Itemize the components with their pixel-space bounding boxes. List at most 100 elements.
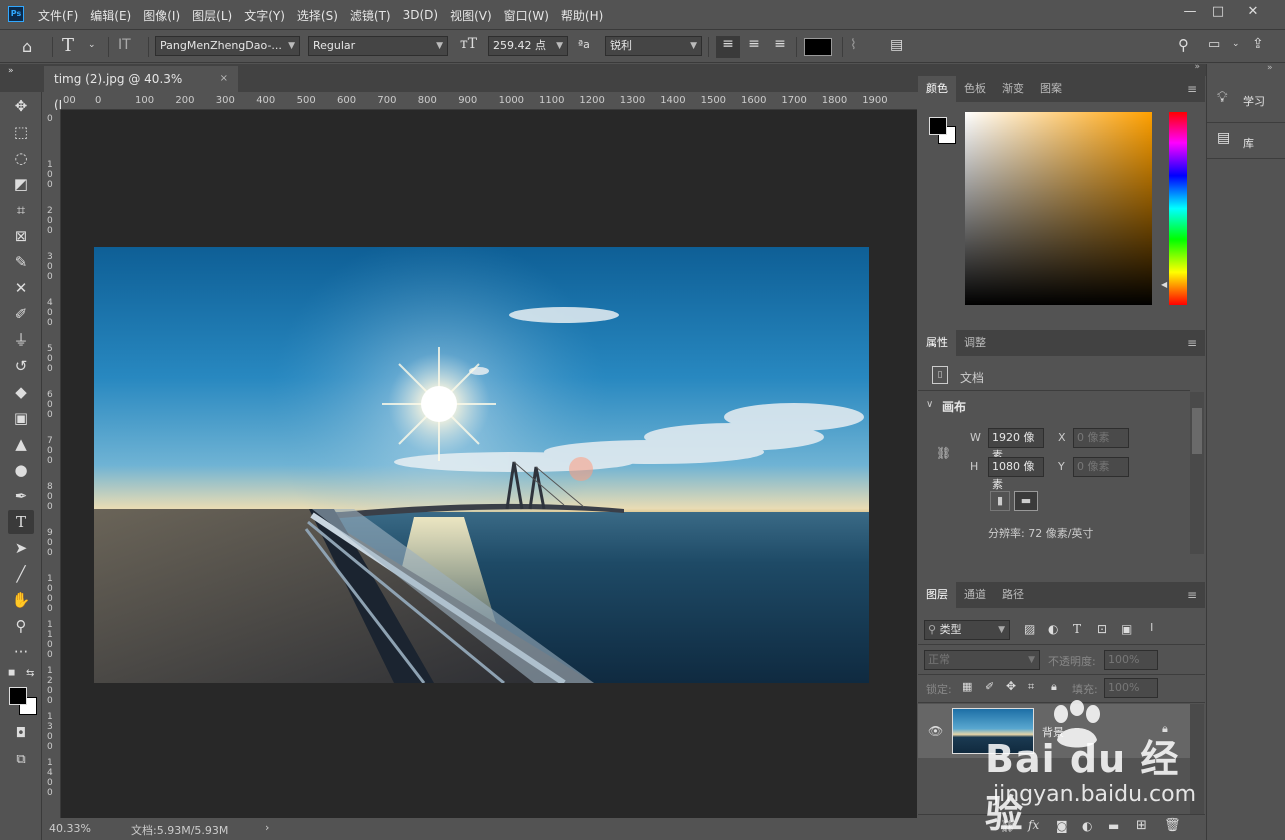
zoom-tool-icon[interactable]: ⚲: [8, 614, 34, 638]
home-icon[interactable]: ⌂: [22, 37, 32, 56]
collapse-toolbar-icon[interactable]: »: [8, 66, 14, 76]
smart-object-filter-icon[interactable]: ▣: [1121, 622, 1132, 636]
pixel-filter-icon[interactable]: ▨: [1024, 622, 1035, 636]
character-panel-icon[interactable]: ▤: [890, 37, 903, 53]
lock-position-icon[interactable]: ✥: [1006, 679, 1016, 693]
align-right-icon[interactable]: ≡: [770, 36, 790, 52]
status-menu-arrow-icon[interactable]: ›: [265, 821, 269, 834]
menu-item-7[interactable]: 3D(D): [403, 8, 438, 22]
font-style-select[interactable]: Regular ▼: [308, 36, 448, 56]
menu-item-0[interactable]: 文件(F): [38, 7, 78, 24]
share-icon[interactable]: ⇪: [1252, 36, 1264, 52]
menu-item-5[interactable]: 选择(S): [297, 7, 338, 24]
align-left-icon[interactable]: ≡: [716, 36, 740, 58]
link-layers-icon[interactable]: ⛓: [1000, 819, 1015, 833]
link-dimensions-icon[interactable]: ⛓: [936, 446, 951, 460]
workspace-icon[interactable]: ▭: [1208, 37, 1220, 52]
type-filter-icon[interactable]: T: [1073, 622, 1081, 636]
canvas-x-field[interactable]: 0 像素: [1073, 428, 1129, 448]
blur-tool-icon[interactable]: ▲: [8, 432, 34, 456]
line-tool-icon[interactable]: ╱: [8, 562, 34, 586]
default-colors-icon[interactable]: ◼: [8, 668, 15, 678]
warp-text-icon[interactable]: ⌇: [850, 37, 857, 53]
eye-icon[interactable]: 👁︎: [928, 724, 943, 738]
layers-tab-1[interactable]: 通道: [956, 582, 994, 608]
canvas-y-field[interactable]: 0 像素: [1073, 457, 1129, 477]
brush-tool-icon[interactable]: ✐: [8, 302, 34, 326]
lock-artboard-icon[interactable]: ⌗: [1028, 680, 1034, 694]
menu-item-8[interactable]: 视图(V): [450, 7, 492, 24]
menu-item-10[interactable]: 帮助(H): [561, 7, 603, 24]
panel-menu-icon[interactable]: ≡: [1187, 588, 1197, 602]
quick-mask-icon[interactable]: ◘: [8, 722, 34, 746]
add-mask-icon[interactable]: ◙: [1056, 819, 1068, 833]
lock-image-icon[interactable]: ✐: [985, 680, 994, 693]
blend-mode-select[interactable]: 正常 ▼: [924, 650, 1040, 670]
lasso-tool-icon[interactable]: ◌: [8, 146, 34, 170]
canvas-area[interactable]: [61, 110, 917, 820]
frame-tool-icon[interactable]: ⊠: [8, 224, 34, 248]
library-panel-button[interactable]: ▤ 库: [1207, 126, 1285, 158]
chevron-down-icon[interactable]: ⌄: [88, 40, 96, 50]
stamp-tool-icon[interactable]: ⏚: [8, 328, 34, 352]
properties-scrollbar[interactable]: [1190, 392, 1204, 554]
layer-row[interactable]: 👁︎ 背景 🔒︎: [918, 704, 1190, 758]
pen-tool-icon[interactable]: ✒: [8, 484, 34, 508]
crop-tool-icon[interactable]: ⌗: [8, 198, 34, 222]
menu-item-3[interactable]: 图层(L): [192, 7, 232, 24]
text-color-swatch[interactable]: [804, 38, 832, 56]
document-tab[interactable]: timg (2).jpg @ 40.3%(RGB/8#) ×: [44, 66, 238, 112]
align-center-icon[interactable]: ≡: [744, 36, 764, 52]
type-tool-icon[interactable]: T: [8, 510, 34, 534]
minimize-button[interactable]: —: [1177, 3, 1203, 21]
font-family-select[interactable]: PangMenZhengDao-... ▼: [155, 36, 300, 56]
hue-slider[interactable]: [1169, 112, 1187, 305]
zoom-level[interactable]: 40.33%: [49, 822, 91, 835]
canvas-height-field[interactable]: 1080 像素: [988, 457, 1044, 491]
menu-item-1[interactable]: 编辑(E): [90, 7, 131, 24]
hand-tool-icon[interactable]: ✋: [8, 588, 34, 612]
search-icon[interactable]: ⚲: [1178, 36, 1189, 54]
adjustment-filter-icon[interactable]: ◐: [1048, 622, 1058, 636]
filter-toggle-icon[interactable]: ⏽: [1147, 620, 1157, 635]
healing-tool-icon[interactable]: ✕: [8, 276, 34, 300]
marquee-tool-icon[interactable]: ⬚: [8, 120, 34, 144]
history-brush-tool-icon[interactable]: ↺: [8, 354, 34, 378]
move-tool-icon[interactable]: ✥: [8, 94, 34, 118]
expand-icon[interactable]: »: [1267, 63, 1273, 73]
shape-filter-icon[interactable]: ⊡: [1097, 622, 1107, 636]
gradient-tool-icon[interactable]: ▣: [8, 406, 34, 430]
new-group-icon[interactable]: ▬: [1108, 819, 1119, 833]
chevron-down-icon[interactable]: ⌄: [1232, 39, 1240, 49]
fx-icon[interactable]: fx: [1028, 818, 1039, 832]
layers-tab-0[interactable]: 图层: [918, 582, 956, 608]
delete-layer-icon[interactable]: 🗑︎: [1164, 818, 1181, 833]
hue-slider-handle-icon[interactable]: ◀: [1161, 280, 1167, 289]
close-window-button[interactable]: ✕: [1240, 3, 1266, 21]
fill-field[interactable]: 100%: [1104, 678, 1158, 698]
more-tools-icon[interactable]: ···: [8, 640, 34, 664]
portrait-orientation-icon[interactable]: ▮: [990, 491, 1010, 511]
layer-name[interactable]: 背景: [1042, 724, 1064, 740]
lock-transparent-icon[interactable]: ▦: [962, 680, 972, 693]
type-tool-preset-icon[interactable]: T: [62, 35, 74, 56]
quick-select-tool-icon[interactable]: ◩: [8, 172, 34, 196]
menu-item-9[interactable]: 窗口(W): [504, 7, 549, 24]
eyedropper-tool-icon[interactable]: ✎: [8, 250, 34, 274]
new-adjustment-icon[interactable]: ◐: [1082, 819, 1092, 833]
color-tab-2[interactable]: 渐变: [994, 76, 1032, 102]
color-tab-3[interactable]: 图案: [1032, 76, 1070, 102]
color-tab-1[interactable]: 色板: [956, 76, 994, 102]
color-fg-swatch[interactable]: [929, 117, 947, 135]
eraser-tool-icon[interactable]: ◆: [8, 380, 34, 404]
expand-panels-icon[interactable]: »: [1194, 62, 1200, 72]
canvas-width-field[interactable]: 1920 像素: [988, 428, 1044, 462]
layers-tab-2[interactable]: 路径: [994, 582, 1032, 608]
font-size-select[interactable]: 259.42 点 ▼: [488, 36, 568, 56]
layer-filter-select[interactable]: ⚲ 类型 ▼: [924, 620, 1010, 640]
properties-tab-0[interactable]: 属性: [918, 330, 956, 356]
menu-item-6[interactable]: 滤镜(T): [350, 7, 391, 24]
landscape-orientation-icon[interactable]: ▬: [1014, 491, 1038, 511]
close-tab-icon[interactable]: ×: [220, 66, 228, 92]
path-select-tool-icon[interactable]: ➤: [8, 536, 34, 560]
